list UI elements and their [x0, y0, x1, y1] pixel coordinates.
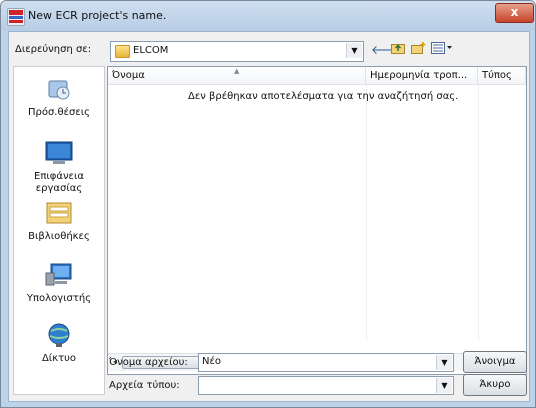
column-label: Τύπος	[482, 70, 512, 81]
look-in-label: Διερεύνηση σε:	[15, 44, 92, 55]
look-in-value: ELCOM	[133, 45, 169, 56]
filename-input[interactable]: Νέο ▼	[198, 353, 454, 372]
close-icon: x	[510, 5, 519, 19]
places-bar: Πρόσ.θέσεις Επιφάνεια εργασίας Βιβλιοθήκ…	[13, 66, 105, 395]
place-label: Επιφάνεια εργασίας	[34, 171, 84, 194]
column-divider	[366, 85, 367, 341]
filename-label: Όνομα αρχείου:	[109, 357, 188, 368]
filetype-label: Αρχεία τύπου:	[109, 380, 180, 391]
chevron-down-icon[interactable]: ▼	[436, 355, 452, 370]
close-button[interactable]: x	[495, 3, 534, 23]
desktop-icon	[43, 139, 75, 167]
network-icon	[43, 321, 75, 349]
folder-icon	[115, 45, 130, 58]
column-header-type[interactable]: Τύπος	[478, 67, 526, 85]
place-libraries[interactable]: Βιβλιοθήκες	[14, 199, 104, 243]
empty-results-message: Δεν βρέθηκαν αποτελέσματα για την αναζήτ…	[188, 91, 459, 102]
column-header-name[interactable]: Όνομα ▲	[108, 67, 366, 85]
filename-value: Νέο	[202, 356, 222, 367]
place-label: Βιβλιοθήκες	[28, 231, 90, 242]
filetype-dropdown[interactable]: ▼	[198, 376, 454, 395]
place-label: Υπολογιστής	[26, 293, 92, 304]
up-folder-icon[interactable]	[390, 42, 406, 58]
back-arrow-icon[interactable]: 🡐	[371, 42, 403, 58]
place-label: Πρόσ.θέσεις	[27, 107, 91, 118]
sort-arrow-icon: ▲	[234, 67, 240, 75]
open-button[interactable]: Άνοιγμα	[463, 351, 527, 373]
cancel-button[interactable]: Άκυρο	[463, 374, 527, 396]
dialog-window: New ECR project's name. x Διερεύνηση σε:…	[0, 0, 536, 408]
place-recent[interactable]: Πρόσ.θέσεις	[14, 75, 104, 119]
column-label: Όνομα	[112, 70, 145, 81]
dialog-body: Διερεύνηση σε: ELCOM ▼ 🡐 Πρόσ.θέσεις Επι…	[8, 31, 530, 402]
view-menu-icon[interactable]	[430, 42, 454, 58]
title-bar[interactable]: New ECR project's name. x	[1, 1, 535, 31]
libraries-icon	[43, 199, 75, 227]
file-list[interactable]: Όνομα ▲ Ημερομηνία τροπ... Τύπος Δεν βρέ…	[107, 66, 527, 375]
recent-places-icon	[43, 75, 75, 103]
computer-icon	[43, 261, 75, 289]
column-divider	[478, 85, 479, 341]
column-label: Ημερομηνία τροπ...	[370, 70, 468, 81]
app-icon	[7, 8, 25, 26]
new-folder-icon[interactable]	[410, 42, 426, 58]
place-computer[interactable]: Υπολογιστής	[14, 261, 104, 305]
place-label: Δίκτυο	[41, 353, 77, 364]
chevron-down-icon[interactable]: ▼	[436, 378, 452, 393]
place-network[interactable]: Δίκτυο	[14, 321, 104, 365]
place-desktop[interactable]: Επιφάνεια εργασίας	[14, 139, 104, 195]
column-header-date[interactable]: Ημερομηνία τροπ...	[366, 67, 478, 85]
window-title: New ECR project's name.	[28, 9, 167, 22]
look-in-dropdown[interactable]: ELCOM ▼	[110, 41, 364, 62]
chevron-down-icon[interactable]: ▼	[346, 43, 362, 58]
